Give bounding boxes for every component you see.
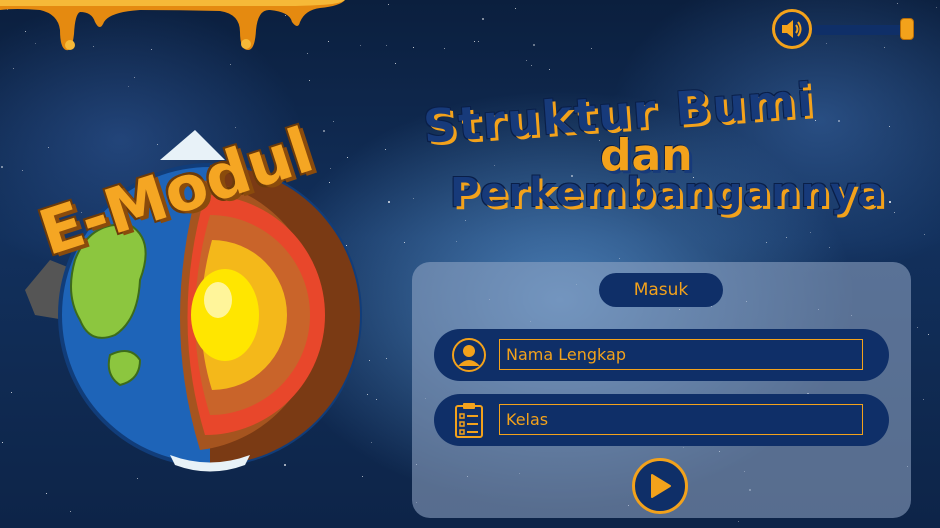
star xyxy=(70,511,71,512)
login-panel: Masuk xyxy=(412,262,911,518)
star xyxy=(386,45,387,46)
star xyxy=(515,8,516,9)
star xyxy=(474,41,475,42)
star xyxy=(413,47,414,48)
star xyxy=(531,65,532,66)
login-heading: Masuk xyxy=(599,273,723,307)
star xyxy=(230,64,231,65)
user-icon xyxy=(450,336,488,374)
volume-slider-track[interactable] xyxy=(812,25,912,35)
e-modul-emblem: E-Modul xyxy=(20,113,380,480)
star xyxy=(404,242,405,243)
star xyxy=(1,166,3,168)
star xyxy=(936,7,937,8)
star xyxy=(924,234,925,235)
star xyxy=(786,237,787,238)
star xyxy=(526,60,527,61)
star xyxy=(128,86,129,87)
play-icon xyxy=(651,474,671,498)
star xyxy=(134,77,135,78)
star xyxy=(388,201,390,203)
star xyxy=(810,232,811,233)
lava-drip-decoration xyxy=(0,0,345,51)
name-field-row xyxy=(434,329,889,381)
star xyxy=(456,241,457,242)
star xyxy=(46,493,47,494)
star xyxy=(360,45,361,46)
star xyxy=(738,521,739,522)
star xyxy=(829,247,830,248)
star xyxy=(923,399,924,400)
volume-slider-handle[interactable] xyxy=(900,18,914,40)
star xyxy=(395,63,396,64)
star xyxy=(766,242,767,243)
star xyxy=(917,327,918,328)
mute-toggle-button[interactable] xyxy=(772,9,812,49)
clipboard-checklist-icon xyxy=(450,401,488,439)
class-field-row xyxy=(434,394,889,446)
star xyxy=(11,392,12,393)
star xyxy=(478,41,479,42)
volume-control xyxy=(772,9,922,49)
star xyxy=(549,69,550,70)
star xyxy=(309,80,310,81)
star xyxy=(388,4,389,5)
submit-play-button[interactable] xyxy=(632,458,688,514)
star xyxy=(897,3,898,4)
star xyxy=(591,48,592,49)
name-input[interactable] xyxy=(499,339,863,370)
star xyxy=(928,334,929,335)
star xyxy=(13,68,14,69)
star xyxy=(385,149,386,150)
star xyxy=(444,48,445,49)
speaker-icon xyxy=(782,20,802,38)
star xyxy=(2,442,3,443)
app-title: Struktur Bumi dan Perkembangannya xyxy=(405,72,915,228)
star xyxy=(386,358,387,359)
star xyxy=(533,44,535,46)
class-input[interactable] xyxy=(499,404,863,435)
star xyxy=(482,18,484,20)
star xyxy=(619,258,620,259)
title-line-3: Perkembangannya xyxy=(450,170,886,216)
